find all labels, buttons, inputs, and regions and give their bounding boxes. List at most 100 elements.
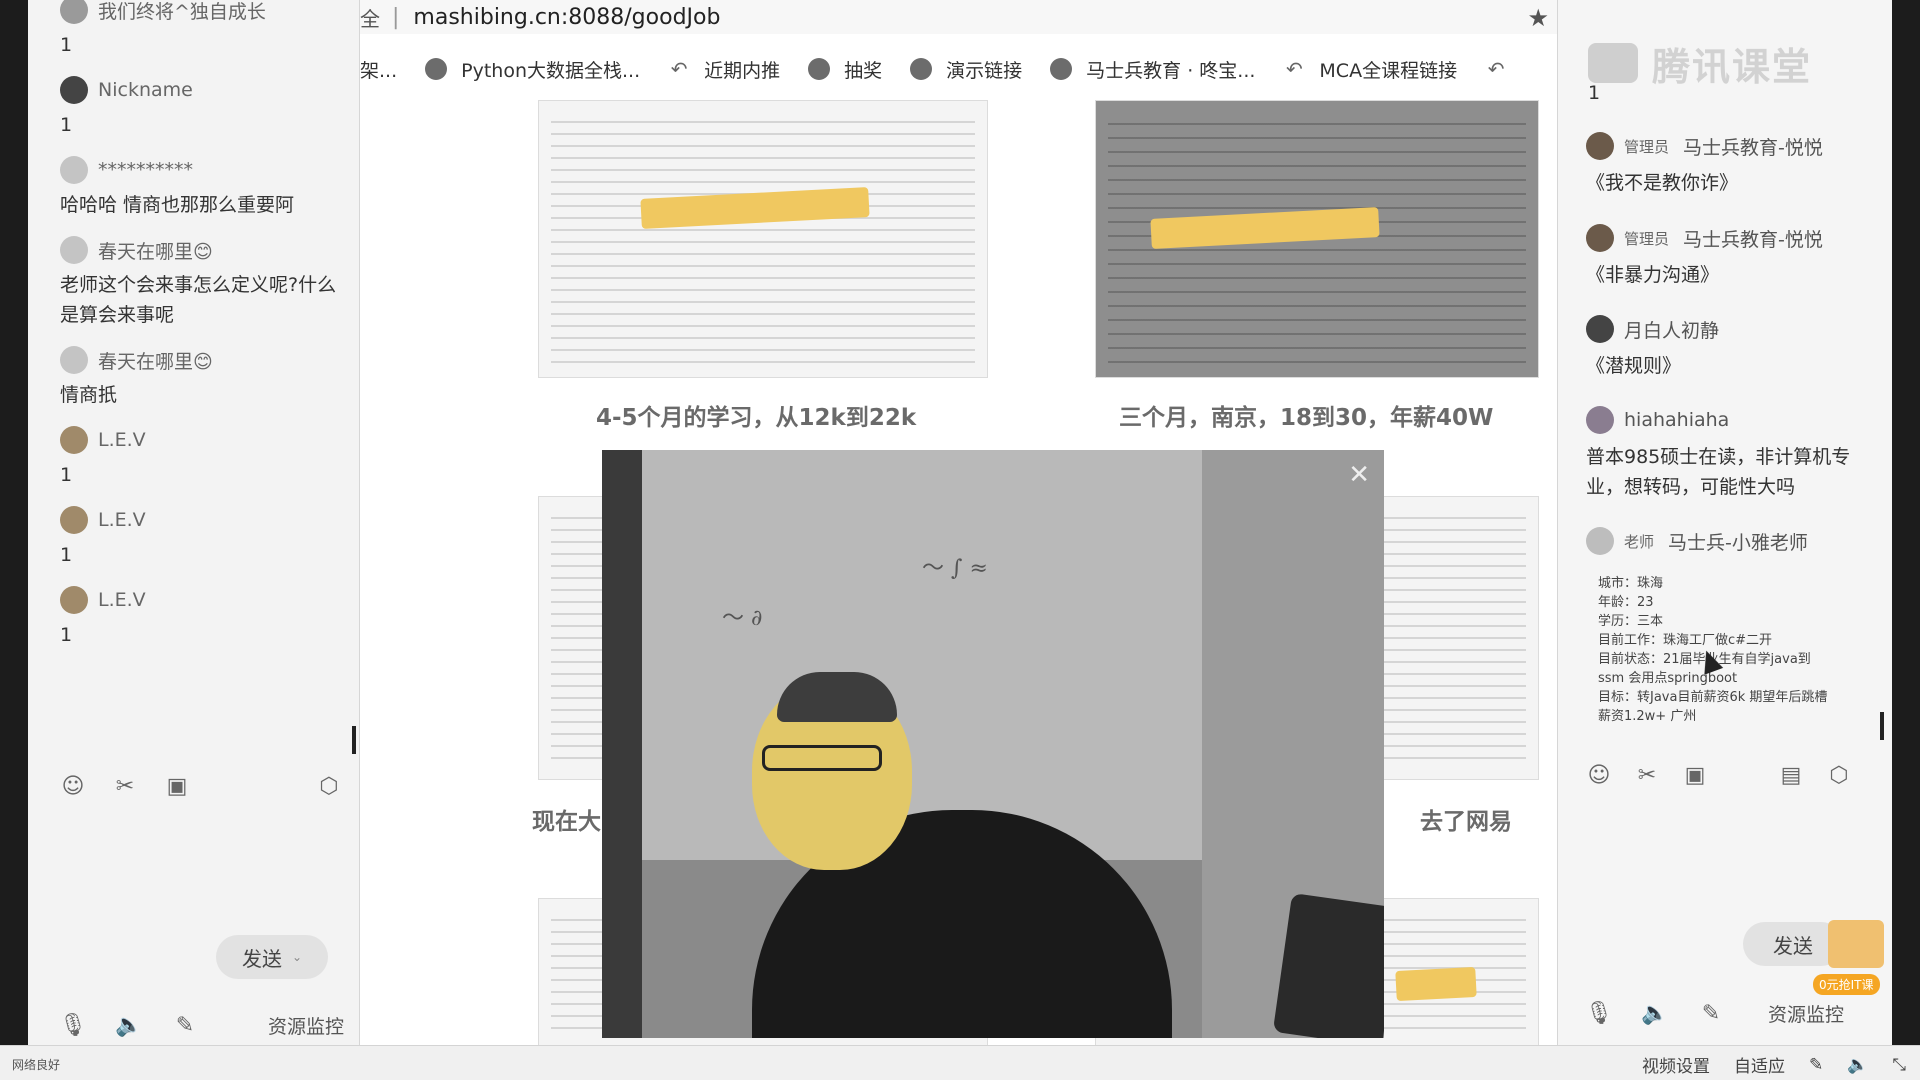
chat-username: L.E.V (98, 509, 146, 531)
chat-message: 月白人初静 《潜规则》 (1586, 313, 1719, 381)
chat-username: 马士兵教育-悦悦 (1683, 228, 1823, 251)
bookmark-star-icon[interactable]: ★ (1527, 4, 1549, 32)
bookmark-label: 近期内推 (704, 59, 781, 82)
microphone-icon[interactable]: 🎙 (1585, 1001, 1613, 1027)
card-caption[interactable]: 4-5个月的学习，从12k到22k (596, 398, 916, 432)
info-line: 目前工作：珠海工厂做c#二开 (1598, 633, 1773, 648)
highlight-bar (1395, 966, 1477, 1002)
avatar (60, 586, 88, 614)
chat-text: 1 (60, 624, 73, 646)
logo-text: 腾讯课堂 (1652, 44, 1813, 89)
url-text[interactable]: mashibing.cn:8088/goodJob (413, 5, 720, 30)
status-bar-controls: 视频设置 自适应 ✎ 🔈 ⤡ (1642, 1052, 1906, 1078)
bookmark-label: 架... (360, 59, 398, 82)
scissors-icon[interactable]: ✂ (112, 773, 138, 799)
card-caption[interactable]: 三个月，南京，18到30，年薪40W (1119, 398, 1493, 432)
speaker-icon[interactable]: 🔈 (1641, 1001, 1668, 1027)
image-icon[interactable]: ▣ (164, 773, 190, 799)
chat-username: 春天在哪里😊 (98, 240, 213, 263)
scrollbar-thumb[interactable] (1880, 712, 1884, 740)
penguin-avatar-icon (1586, 527, 1614, 555)
avatar (60, 76, 88, 104)
info-line: 薪资1.2w+ 广州 (1598, 709, 1697, 724)
close-icon[interactable]: ✕ (1348, 460, 1370, 490)
network-status: 网络良好 (12, 1058, 61, 1072)
url-prefix: 全 (360, 6, 380, 31)
promo-widget[interactable]: 0元抢IT课 (1803, 908, 1893, 998)
bookmarks-bar: 架... Python大数据全栈... ↶ 近期内推 抽奖 演示链接 马士兵教育 … (360, 52, 1557, 86)
pen-off-icon[interactable]: ✎ (172, 1013, 198, 1039)
speaker-icon[interactable]: 🔈 (115, 1013, 142, 1039)
chat-username: 马士兵-小雅老师 (1668, 531, 1808, 554)
promo-badge[interactable]: 0元抢IT课 (1813, 974, 1880, 995)
info-line: 目前状态：21届毕业生有自学java到 (1598, 652, 1811, 667)
left-chat-panel: 我们终将^独自成长 1 Nickname 1 ********** 哈哈哈 情商… (0, 0, 360, 1045)
card-caption[interactable]: 现在大 (532, 802, 601, 836)
scissors-icon[interactable]: ✂ (1634, 762, 1660, 788)
bookmark-label: 演示链接 (946, 59, 1023, 82)
circle-icon (910, 58, 933, 80)
bookmark-item[interactable]: ↶ 近期内推 (668, 56, 780, 83)
whiteboard-scribble: 〜 ∂ (722, 606, 763, 631)
avatar (60, 0, 88, 24)
adaptive-button[interactable]: 自适应 (1734, 1052, 1785, 1077)
settings-hexagon-icon[interactable]: ⬡ (316, 773, 342, 799)
right-dark-strip (1892, 0, 1920, 1045)
chat-text: 《非暴力沟通》 (1586, 264, 1720, 286)
emoji-icon[interactable]: ☺ (1586, 762, 1612, 788)
chat-message: 春天在哪里😊 老师这个会来事怎么定义呢?什么是算会来事呢 (60, 234, 350, 330)
video-settings-button[interactable]: 视频设置 (1642, 1052, 1710, 1077)
teacher-video-window[interactable]: ～ ∫ ≈ 〜 ∂ ✕ (602, 450, 1384, 1038)
bookmark-overflow[interactable]: ↶ (1485, 57, 1521, 81)
bookmark-item[interactable]: 抽奖 (808, 56, 882, 83)
emoji-icon[interactable]: ☺ (60, 773, 86, 799)
resource-monitor-link[interactable]: 资源监控 (1768, 1000, 1844, 1027)
chat-username: 月白人初静 (1624, 319, 1720, 342)
chat-username: L.E.V (98, 429, 146, 451)
chat-username: hiahahiaha (1624, 409, 1730, 431)
send-button[interactable]: 发送 ⌄ (216, 935, 328, 979)
info-line: 年龄：23 (1598, 595, 1654, 610)
chat-username: ********** (98, 159, 193, 181)
chat-message: hiahahiaha 普本985硕士在读，非计算机专业，想转码，可能性大吗 (1586, 404, 1856, 502)
bookmark-item[interactable]: 架... (360, 56, 397, 83)
avatar (1586, 132, 1614, 160)
role-badge: 老师 (1624, 532, 1655, 551)
speaker-icon[interactable]: 🔈 (1847, 1055, 1868, 1075)
chat-text: 情商扺 (60, 384, 118, 406)
bookmark-item[interactable]: 马士兵教育 · 咚宝... (1050, 56, 1255, 83)
right-chat-panel: 腾讯课堂 1 管理员 马士兵教育-悦悦 《我不是教你诈》 管理员 马士兵教育-悦悦 … (1557, 0, 1920, 1045)
chevron-down-icon[interactable]: ⌄ (292, 950, 302, 964)
screenshot-card[interactable] (538, 100, 988, 378)
exit-fullscreen-icon[interactable]: ⤡ (1892, 1055, 1906, 1075)
bookmark-label: 抽奖 (844, 59, 883, 82)
gift-icon (1828, 920, 1884, 968)
left-bottom-controls: 🎙 🔈 ✎ 资源监控 (59, 1012, 344, 1039)
avatar (1586, 406, 1614, 434)
resource-monitor-link[interactable]: 资源监控 (268, 1012, 344, 1039)
chat-username: Nickname (98, 79, 193, 101)
chat-message: L.E.V 1 (60, 424, 350, 490)
card-text-lines (551, 111, 975, 367)
comment-icon[interactable]: ▤ (1778, 762, 1804, 788)
address-bar[interactable]: 全 | mashibing.cn:8088/goodJob ★ (360, 0, 1557, 34)
microphone-icon[interactable]: 🎙 (59, 1013, 87, 1039)
chat-message: Nickname 1 (60, 74, 350, 140)
settings-hexagon-icon[interactable]: ⬡ (1826, 762, 1852, 788)
bookmark-item[interactable]: 演示链接 (910, 56, 1022, 83)
left-chat-toolbar: ☺ ✂ ▣ ⬡ (60, 773, 342, 799)
pen-off-icon[interactable]: ✎ (1809, 1055, 1823, 1075)
screenshot-card[interactable] (1095, 100, 1539, 378)
whiteboard-scribble: ～ ∫ ≈ (922, 556, 988, 581)
send-button-label: 发送 (241, 946, 282, 971)
bookmark-item[interactable]: ↶ MCA全课程链接 (1283, 56, 1457, 83)
arrow-icon: ↶ (1487, 57, 1505, 81)
bookmark-item[interactable]: Python大数据全栈... (425, 56, 640, 83)
pen-off-icon[interactable]: ✎ (1698, 1001, 1724, 1027)
image-icon[interactable]: ▣ (1682, 762, 1708, 788)
chat-text: 1 (60, 34, 73, 56)
scrollbar-thumb[interactable] (352, 726, 356, 754)
card-caption[interactable]: 去了网易 (1420, 802, 1512, 836)
chat-username: 我们终将^独自成长 (98, 0, 266, 23)
role-badge: 管理员 (1624, 137, 1670, 156)
